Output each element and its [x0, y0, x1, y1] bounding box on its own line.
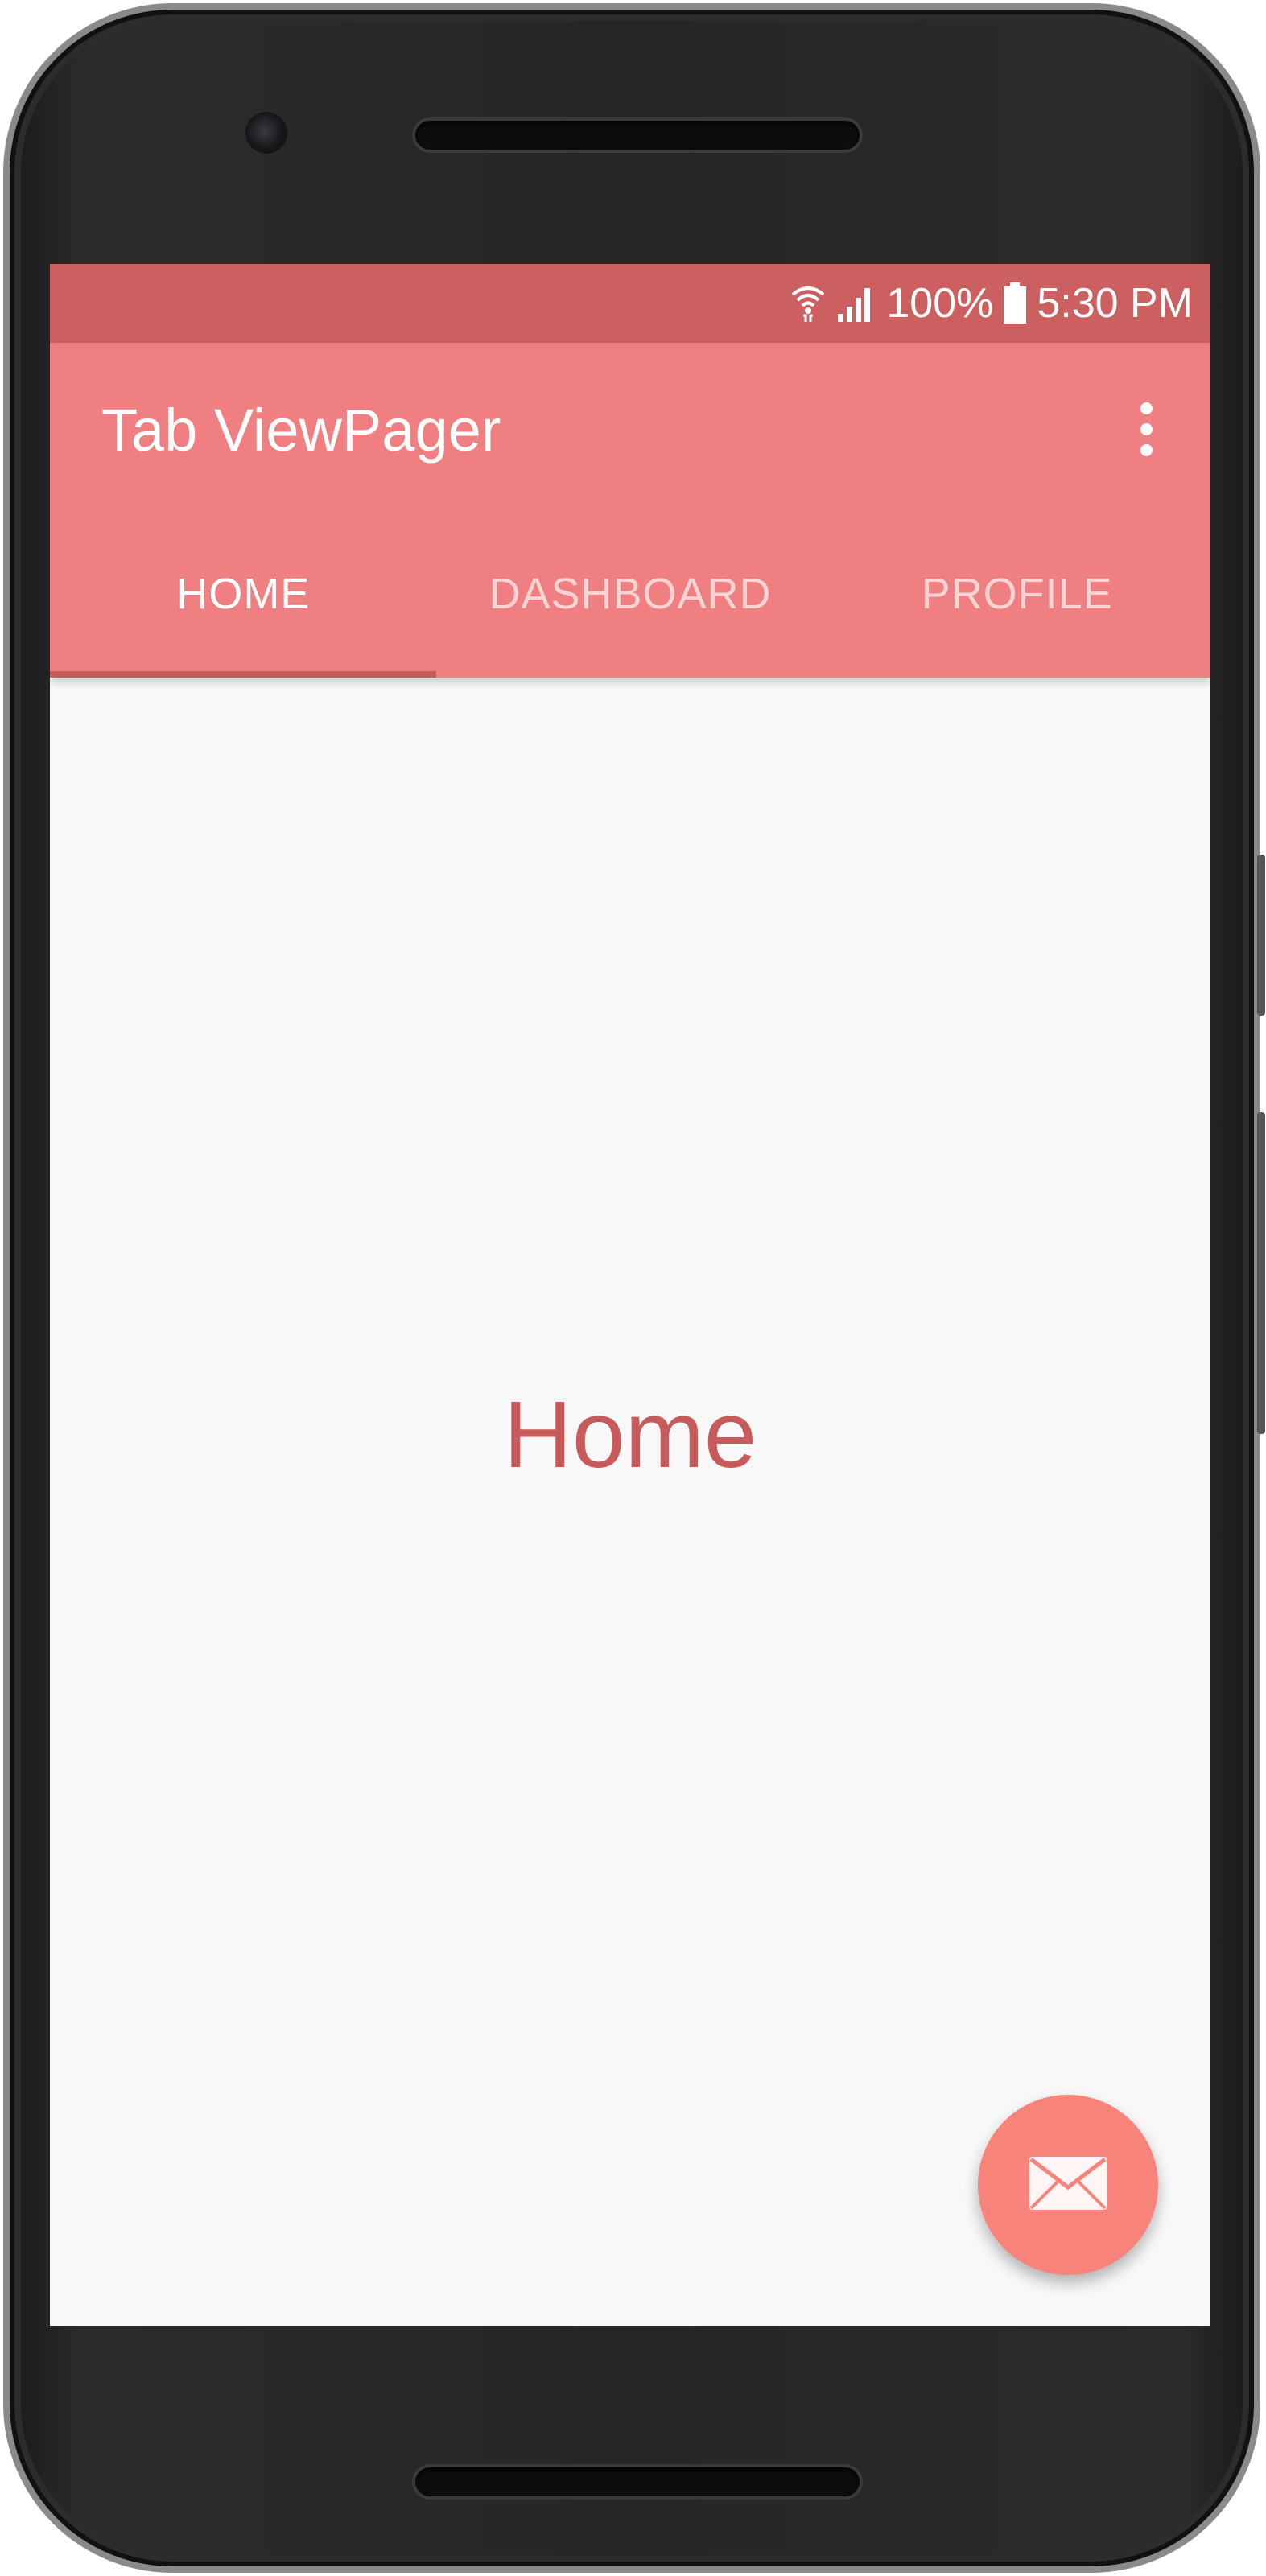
wifi-icon: [790, 283, 827, 324]
top-speaker: [412, 117, 863, 153]
app-title: Tab ViewPager: [101, 397, 501, 464]
mail-fab-button[interactable]: [978, 2095, 1158, 2275]
tab-indicator: [50, 671, 436, 678]
status-indicators: 100% 5:30 PM: [790, 264, 1193, 343]
mail-icon: [1028, 2155, 1108, 2215]
battery-percent: 100%: [886, 280, 994, 327]
volume-button: [1257, 1112, 1265, 1434]
battery-icon: [1003, 282, 1027, 324]
tab-dashboard[interactable]: DASHBOARD: [437, 510, 824, 678]
app-bar: Tab ViewPager HOME DASHBOARD PROFILE: [50, 343, 1210, 678]
tab-home[interactable]: HOME: [50, 510, 437, 678]
tab-profile[interactable]: PROFILE: [823, 510, 1210, 678]
bottom-speaker: [412, 2464, 863, 2500]
tab-home-label: HOME: [176, 570, 311, 618]
page-content-label: Home: [503, 1382, 757, 1488]
tab-profile-label: PROFILE: [921, 570, 1113, 618]
front-camera: [248, 114, 285, 151]
signal-icon: [836, 283, 876, 324]
tab-layout: HOME DASHBOARD PROFILE: [50, 510, 1210, 678]
status-bar: 100% 5:30 PM: [50, 264, 1210, 343]
power-button: [1257, 855, 1265, 1016]
screen: 100% 5:30 PM Tab ViewPager HOME DASHBOAR…: [50, 264, 1210, 2326]
tab-dashboard-label: DASHBOARD: [489, 570, 772, 618]
more-vert-icon[interactable]: [1114, 385, 1178, 473]
status-time: 5:30 PM: [1037, 280, 1193, 327]
